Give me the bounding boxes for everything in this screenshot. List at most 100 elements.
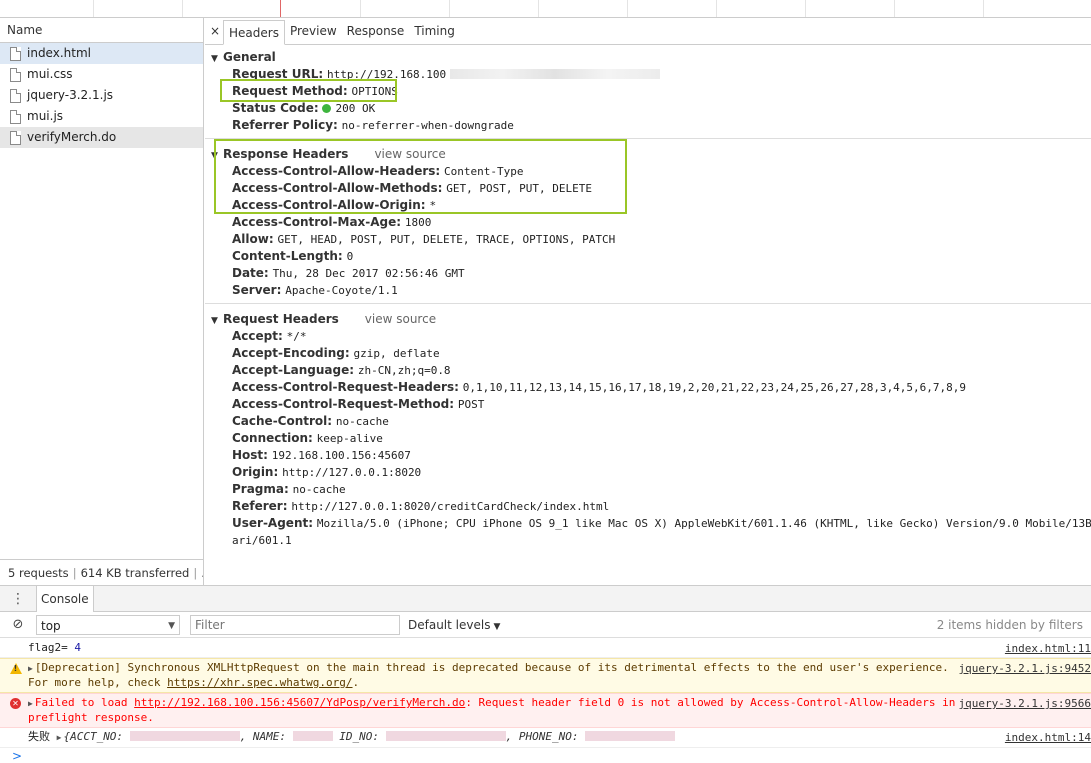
request-item-verifymerch-do[interactable]: verifyMerch.do [0,127,203,148]
console-filter-input[interactable] [190,614,400,635]
request-name: index.html [27,46,91,60]
timeline-gridline [360,0,361,17]
clear-console-icon[interactable]: ⊘ [0,617,36,632]
header-value: Thu, 28 Dec 2017 02:56:46 GMT [272,267,465,280]
request-header-row-wrap: ari/601.1 [211,532,1091,549]
hidden-items-count: 2 items hidden by filters [936,617,1083,632]
redacted-block [292,731,333,741]
highlight-box-response-headers [214,139,627,214]
expand-triangle-icon[interactable]: ▶ [28,664,33,673]
header-value: */* [286,330,307,343]
request-header-row: Accept-Language: zh-CN,zh;q=0.8 [211,362,1091,379]
console-toolbar: ⊘ top▼ Default levels▼ 2 items hidden by… [0,612,1091,638]
request-name: mui.css [27,67,73,81]
header-value: 0,1,10,11,12,13,14,15,16,17,18,19,2,20,2… [462,381,967,394]
redacted-block [585,731,676,741]
header-key: Content-Length: [232,249,343,263]
header-key: Server: [232,283,282,297]
header-key: Referrer Policy: [232,118,338,132]
request-details-panel: × Headers Preview Response Timing ▼ Gener… [205,18,1091,585]
console-error-message: ✕ ▶ Failed to load http://192.168.100.156… [0,693,1091,728]
header-row-referrer-policy: Referrer Policy: no-referrer-when-downgr… [211,117,1091,134]
spec-link[interactable]: https://xhr.spec.whatwg.org/ [167,676,352,689]
file-icon [10,109,21,124]
object-key: ID_NO: [339,730,380,743]
tab-preview[interactable]: Preview [285,19,342,44]
header-key: Accept-Language: [232,363,355,377]
expand-triangle-icon[interactable]: ▶ [57,733,62,742]
request-list: Name index.html mui.css jquery-3.2.1.js … [0,18,204,585]
error-text: Failed to load [34,696,135,709]
console-prompt-icon[interactable]: > [12,749,22,763]
tab-response[interactable]: Response [342,19,410,44]
request-headers-title[interactable]: ▼ Request Headers view source [211,310,1091,328]
triangle-down-icon: ▼ [211,54,218,64]
header-value: GET, HEAD, POST, PUT, DELETE, TRACE, OPT… [277,233,616,246]
console-messages: flag2= 4 index.html:11 ! ▶ [Deprecation] … [0,639,1091,763]
context-selector[interactable]: top ▼ [36,614,180,635]
redacted-block [385,731,506,741]
general-section-title[interactable]: ▼ General [211,48,1091,66]
tab-timing[interactable]: Timing [409,19,460,44]
section-title-text: Request Headers [223,312,339,326]
response-header-row: Access-Control-Max-Age: 1800 [211,214,1091,231]
file-icon [10,88,21,103]
more-vertical-icon[interactable]: ⋮ [0,591,36,607]
section-title-text: General [223,50,276,64]
drawer-tab-bar: ⋮ Console [0,585,1091,612]
request-item-jquery-js[interactable]: jquery-3.2.1.js [0,85,203,106]
request-name: mui.js [27,109,64,123]
request-headers-section: ▼ Request Headers view source Accept: */* … [205,303,1091,549]
file-icon [10,130,21,145]
highlight-box-request-method [220,79,397,102]
request-item-mui-css[interactable]: mui.css [0,64,203,85]
object-key: , PHONE_NO: [505,730,579,743]
source-link[interactable]: index.html:14 [1005,731,1091,745]
request-item-mui-js[interactable]: mui.js [0,106,203,127]
header-value: no-cache [292,483,346,496]
levels-label: Default levels [408,617,491,632]
close-icon[interactable]: × [207,18,223,44]
warning-text: . [352,676,360,689]
error-text: preflight response. [28,711,154,724]
log-number: 4 [74,641,81,654]
tab-headers[interactable]: Headers [223,20,285,45]
error-icon: ✕ [10,698,21,709]
warning-text: For more help, check [28,676,168,689]
transferred-size: 614 KB transferred [80,566,190,580]
header-value: ari/601.1 [232,534,292,547]
timeline-gridline [894,0,895,17]
header-value: 192.168.100.156:45607 [271,449,411,462]
header-key: Host: [232,448,268,462]
chevron-down-icon: ▼ [168,620,175,631]
timeline-gridline [627,0,628,17]
header-value: POST [457,398,485,411]
log-levels-dropdown[interactable]: Default levels ▼ [408,618,500,632]
request-name: verifyMerch.do [27,130,117,144]
name-column-header[interactable]: Name [0,18,203,43]
source-link[interactable]: index.html:11 [1005,642,1091,656]
header-key: Referer: [232,499,288,513]
request-header-row: Connection: keep-alive [211,430,1091,447]
request-header-row: Origin: http://127.0.0.1:8020 [211,464,1091,481]
request-header-row: Referer: http://127.0.0.1:8020/creditCar… [211,498,1091,515]
view-source-link[interactable]: view source [365,312,436,326]
timeline-gridline [93,0,94,17]
request-header-row: User-Agent: Mozilla/5.0 (iPhone; CPU iPh… [211,515,1091,532]
network-timeline[interactable] [0,0,1091,18]
source-link[interactable]: jquery-3.2.1.js:9452 [959,662,1091,676]
timeline-gridline [538,0,539,17]
expand-triangle-icon[interactable]: ▶ [28,699,33,708]
timeline-load-marker [280,0,281,17]
request-item-index-html[interactable]: index.html [0,43,203,64]
header-value: 0 [346,250,354,263]
header-value: no-cache [335,415,389,428]
tab-console[interactable]: Console [36,585,94,612]
request-header-row: Access-Control-Request-Headers: 0,1,10,1… [211,379,1091,396]
console-warning-message: ! ▶ [Deprecation] Synchronous XMLHttpRequ… [0,658,1091,693]
request-header-row: Host: 192.168.100.156:45607 [211,447,1091,464]
source-link[interactable]: jquery-3.2.1.js:9566 [959,697,1091,711]
warning-icon: ! [10,663,22,674]
request-header-row: Pragma: no-cache [211,481,1091,498]
error-url-link[interactable]: http://192.168.100.156:45607/YdPosp/veri… [134,696,465,709]
